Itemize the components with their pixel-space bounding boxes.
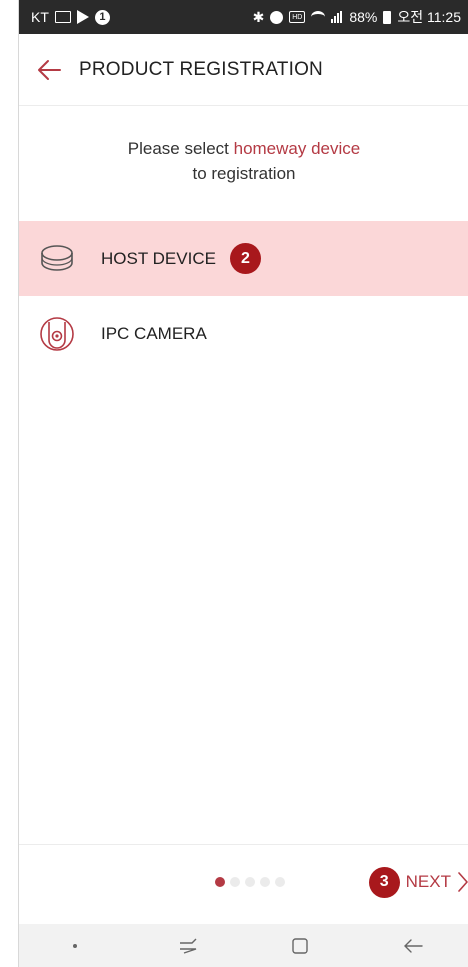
device-item-ipc-camera[interactable]: IPC CAMERA [19,296,468,371]
pagination-dots [215,877,285,887]
arrow-left-icon [38,59,61,80]
status-bar-right: ✱ HD 88% 오전 11:25 [253,7,461,27]
instruction-text: Please select homeway device to registra… [19,136,468,186]
next-label: NEXT [405,872,451,891]
nav-dot-button[interactable] [45,924,105,967]
device-label: HOST DEVICE [101,248,216,268]
nav-recent-apps-button[interactable] [158,924,218,967]
notification-1-icon: 1 [94,9,110,25]
bluetooth-icon: ✱ [252,8,265,25]
pagination-dot [245,877,255,887]
ipc-camera-icon [39,316,75,352]
clock: 오전 11:25 [397,9,461,25]
step-badge-3: 3 [368,866,400,898]
battery-percent: 88% [349,9,378,25]
battery-icon [383,10,392,24]
page-title: PRODUCT REGISTRATION [79,58,323,80]
step-badge-2: 2 [229,243,261,274]
device-label: IPC CAMERA [101,323,207,343]
dot-icon [73,943,78,948]
carrier-label: KT [31,9,49,25]
signal-icon [331,11,343,23]
hd-icon: HD [289,11,306,23]
pagination-dot [260,877,270,887]
image-icon [54,11,71,23]
instruction-highlight: homeway device [233,139,361,158]
pagination-dot-active [215,877,225,887]
pagination-dot [275,877,285,887]
nav-home-button[interactable] [270,924,330,967]
instruction-line-1: Please select homeway device [19,136,468,161]
pagination-dot [230,877,240,887]
wifi-icon [311,11,326,23]
play-icon [76,10,89,24]
app-screen: KT 1 ✱ HD 88% 오전 11:25 PRODUCT REGISTRAT… [18,0,468,967]
system-nav-bar [19,924,468,967]
alarm-icon [270,10,284,24]
instruction-prefix: Please select [127,139,234,158]
device-item-host[interactable]: HOST DEVICE 2 [19,221,468,296]
next-button[interactable]: 3 NEXT [368,865,468,899]
app-header: PRODUCT REGISTRATION [19,34,468,106]
recent-apps-icon [179,938,197,954]
footer-bar: 3 NEXT [19,844,468,924]
home-icon [292,937,308,954]
host-device-icon [39,241,75,277]
chevron-right-icon [458,872,468,892]
instruction-line-2: to registration [192,164,296,183]
back-button[interactable] [19,34,79,106]
status-bar: KT 1 ✱ HD 88% 오전 11:25 [19,0,468,34]
back-icon [403,938,423,953]
status-bar-left: KT 1 [31,9,110,25]
nav-back-button[interactable] [383,924,443,967]
